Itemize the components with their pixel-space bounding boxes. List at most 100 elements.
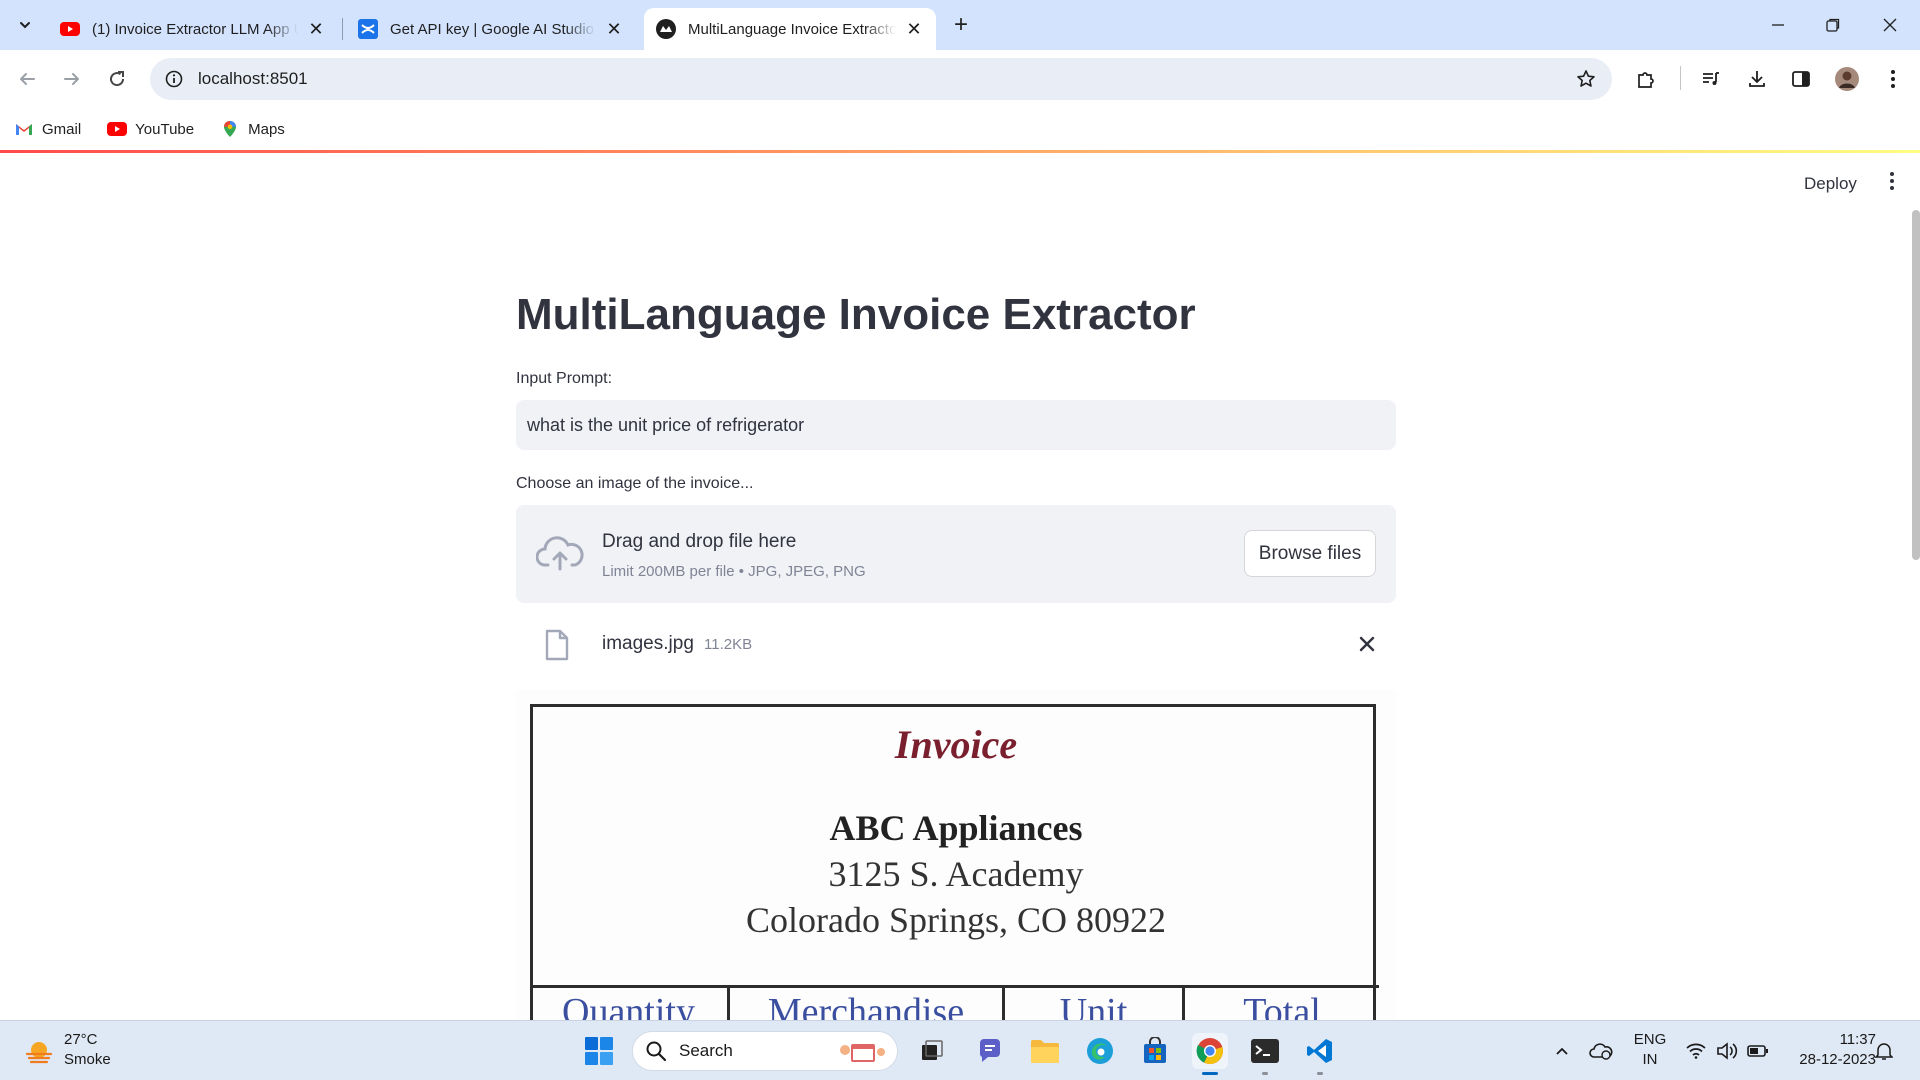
streamlit-icon (656, 19, 676, 39)
clock-time[interactable]: 11:37 (1780, 1031, 1876, 1048)
tab-ai-studio[interactable]: Get API key | Google AI Studio ✕ (346, 8, 636, 50)
taskbar-chrome[interactable] (1192, 1033, 1228, 1075)
invoice-title: Invoice (894, 722, 1018, 767)
taskbar-file-explorer[interactable] (1027, 1033, 1063, 1069)
edge-icon (1087, 1038, 1113, 1064)
toolbar-divider (1680, 66, 1681, 90)
bookmark-youtube[interactable]: YouTube (107, 121, 194, 138)
bookmark-label: Maps (248, 120, 285, 138)
taskbar-teams[interactable] (972, 1033, 1008, 1069)
invoice-frame: Invoice ABC Appliances 3125 S. Academy C… (530, 704, 1379, 1020)
reload-button[interactable] (100, 62, 134, 96)
bookmark-maps[interactable]: Maps (220, 121, 285, 138)
weather-description: Smoke (64, 1051, 111, 1068)
bell-icon (1875, 1043, 1893, 1060)
minimize-icon (1772, 24, 1784, 26)
chevron-down-icon (20, 22, 30, 29)
file-name: images.jpg (602, 633, 694, 654)
bookmark-gmail[interactable]: Gmail (14, 121, 81, 138)
side-panel-button[interactable] (1784, 62, 1818, 96)
arrow-right-icon (64, 73, 79, 85)
close-icon[interactable]: ✕ (604, 19, 624, 39)
taskbar-search[interactable]: Search (632, 1031, 898, 1071)
clock-date: 28-12-2023 (1799, 1051, 1876, 1068)
downloads-button[interactable] (1740, 62, 1774, 96)
chrome-menu-button[interactable] (1876, 62, 1910, 96)
windows-start-icon[interactable] (584, 1036, 614, 1066)
bookmark-label: Gmail (42, 120, 82, 138)
bookmark-label: YouTube (135, 120, 195, 138)
language-indicator[interactable]: ENG (1632, 1031, 1668, 1048)
drop-instruction: Drag and drop file here (602, 531, 797, 552)
close-window-button[interactable] (1870, 8, 1910, 42)
browser-tab-strip: (1) Invoice Extractor LLM App U ✕ Get AP… (0, 0, 1920, 50)
new-tab-button[interactable]: + (946, 10, 976, 40)
weather-haze-icon[interactable] (24, 1037, 54, 1067)
youtube-icon (60, 19, 80, 39)
tray-battery[interactable] (1746, 1039, 1770, 1063)
wifi-icon (1686, 1043, 1706, 1059)
search-highlight-icon (840, 1044, 885, 1062)
page-scrollbar[interactable] (1912, 210, 1920, 560)
streamlit-page: Deploy MultiLanguage Invoice Extractor I… (0, 150, 1920, 1020)
tray-wifi[interactable] (1684, 1039, 1708, 1063)
tab-separator (342, 18, 343, 40)
tab-search-button[interactable] (10, 10, 40, 40)
taskbar-vscode[interactable] (1302, 1033, 1338, 1075)
windows-taskbar: 27°C Smoke Search ENG IN 11:37 28-12-202… (0, 1020, 1920, 1080)
chrome-icon (1196, 1038, 1223, 1065)
tab-title: MultiLanguage Invoice Extracto (688, 20, 896, 38)
taskbar-terminal[interactable] (1247, 1033, 1283, 1075)
chevron-up-icon (1556, 1047, 1568, 1055)
tab-invoice-extractor[interactable]: MultiLanguage Invoice Extracto ✕ (644, 8, 936, 50)
back-button[interactable] (10, 62, 44, 96)
volume-icon (1717, 1042, 1738, 1060)
file-dropzone[interactable]: Drag and drop file here Limit 200MB per … (516, 505, 1396, 603)
more-vertical-icon (1891, 70, 1895, 88)
bookmark-star-icon[interactable] (1574, 67, 1598, 91)
remove-file-button[interactable] (1353, 630, 1381, 658)
media-control-button[interactable] (1694, 62, 1728, 96)
extensions-button[interactable] (1629, 62, 1663, 96)
minimize-button[interactable] (1758, 8, 1798, 42)
deploy-button[interactable]: Deploy (1796, 170, 1865, 198)
close-icon[interactable]: ✕ (904, 19, 924, 39)
playlist-icon (1703, 72, 1719, 85)
taskbar-search-placeholder: Search (679, 1041, 733, 1060)
main-menu-icon[interactable] (1880, 168, 1904, 194)
tray-overflow-button[interactable] (1550, 1039, 1574, 1063)
invoice-column-header: Merchandise (727, 988, 1002, 1020)
bookmarks-bar: Gmail YouTube Maps (0, 108, 1920, 150)
uploaded-invoice-image: Invoice ABC Appliances 3125 S. Academy C… (516, 690, 1396, 1020)
tab-title: Get API key | Google AI Studio (390, 20, 595, 38)
download-icon (1749, 71, 1765, 87)
address-bar[interactable]: localhost:8501 (150, 58, 1612, 100)
taskbar-task-view[interactable] (914, 1033, 950, 1069)
prompt-input-value: what is the unit price of refrigerator (527, 414, 805, 435)
taskbar-store[interactable] (1137, 1033, 1173, 1069)
puzzle-icon (1638, 72, 1654, 88)
restore-icon (1826, 18, 1840, 32)
invoice-column-header: Unit (1002, 988, 1182, 1020)
profile-avatar[interactable] (1830, 62, 1864, 96)
invoice-column-header: Total (1182, 988, 1379, 1020)
tab-title: (1) Invoice Extractor LLM App U (92, 20, 298, 38)
reload-icon (110, 71, 125, 87)
close-icon[interactable]: ✕ (306, 19, 326, 39)
maps-icon (220, 121, 240, 137)
store-icon (1144, 1037, 1166, 1063)
tray-onedrive[interactable] (1589, 1039, 1613, 1063)
restore-button[interactable] (1813, 8, 1853, 42)
taskbar-edge[interactable] (1082, 1033, 1118, 1069)
folder-icon (1031, 1040, 1059, 1063)
notification-button[interactable] (1872, 1039, 1896, 1063)
browse-files-button[interactable]: Browse files (1244, 530, 1376, 577)
tray-volume[interactable] (1715, 1039, 1739, 1063)
prompt-input[interactable]: what is the unit price of refrigerator (516, 400, 1396, 450)
site-info-icon[interactable] (162, 67, 186, 91)
tab-youtube[interactable]: (1) Invoice Extractor LLM App U ✕ (48, 8, 338, 50)
invoice-address-line2: Colorado Springs, CO 80922 (745, 900, 1166, 940)
forward-button[interactable] (55, 62, 89, 96)
cloud-upload-icon (536, 536, 584, 571)
language-region: IN (1642, 1051, 1658, 1068)
